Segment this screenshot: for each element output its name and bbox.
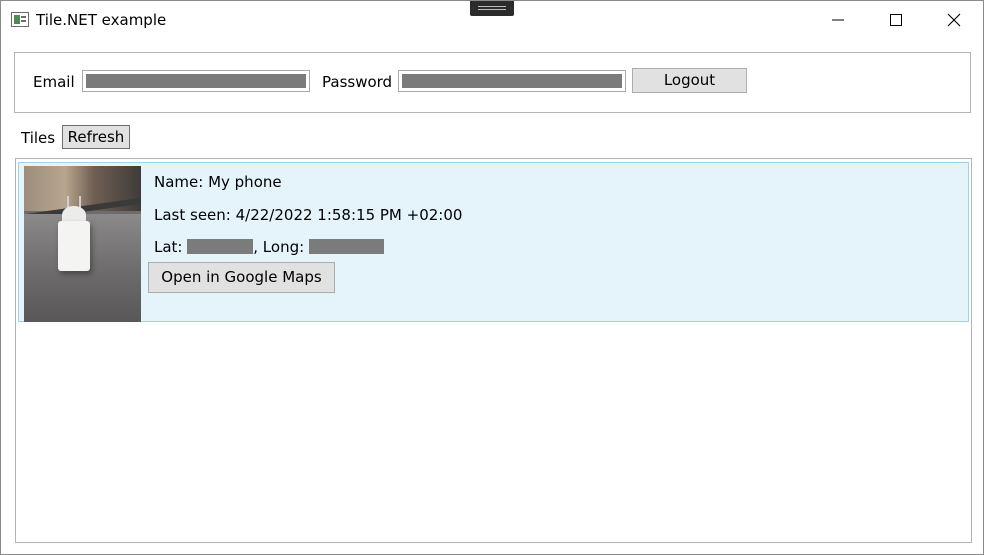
email-field[interactable] <box>82 70 310 92</box>
tile-list-item[interactable]: Name: My phone Last seen: 4/22/2022 1:58… <box>18 162 969 322</box>
longitude-label: , Long: <box>253 238 305 256</box>
longitude-value-redacted <box>308 239 384 254</box>
tile-list[interactable]: Name: My phone Last seen: 4/22/2022 1:58… <box>15 158 972 543</box>
title-bar[interactable]: Tile.NET example <box>1 1 983 39</box>
tiles-label: Tiles <box>21 129 56 147</box>
refresh-button[interactable]: Refresh <box>62 125 130 149</box>
latitude-value-redacted <box>187 239 254 254</box>
close-button[interactable] <box>925 1 983 39</box>
open-in-google-maps-button[interactable]: Open in Google Maps <box>148 262 335 293</box>
latitude-label: Lat: <box>154 238 183 256</box>
snap-grip-handle[interactable] <box>470 1 514 16</box>
app-window: Tile.NET example Email Password Logout T… <box>0 0 984 555</box>
password-field[interactable] <box>398 70 626 92</box>
logout-button[interactable]: Logout <box>632 68 747 93</box>
tile-name: Name: My phone <box>154 173 282 191</box>
email-value-redacted <box>86 74 306 88</box>
tile-coordinates: Lat: , Long: <box>154 238 384 256</box>
close-icon <box>947 13 961 27</box>
login-panel: Email Password Logout <box>14 52 971 113</box>
minimize-icon <box>832 19 844 21</box>
password-value-redacted <box>402 74 622 88</box>
tile-photo <box>24 166 141 322</box>
maximize-button[interactable] <box>867 1 925 39</box>
minimize-button[interactable] <box>809 1 867 39</box>
app-icon <box>11 12 29 27</box>
password-label: Password <box>322 73 393 91</box>
window-title: Tile.NET example <box>36 11 167 29</box>
email-label: Email <box>33 73 75 91</box>
maximize-icon <box>890 14 902 26</box>
tile-last-seen: Last seen: 4/22/2022 1:58:15 PM +02:00 <box>154 206 463 224</box>
